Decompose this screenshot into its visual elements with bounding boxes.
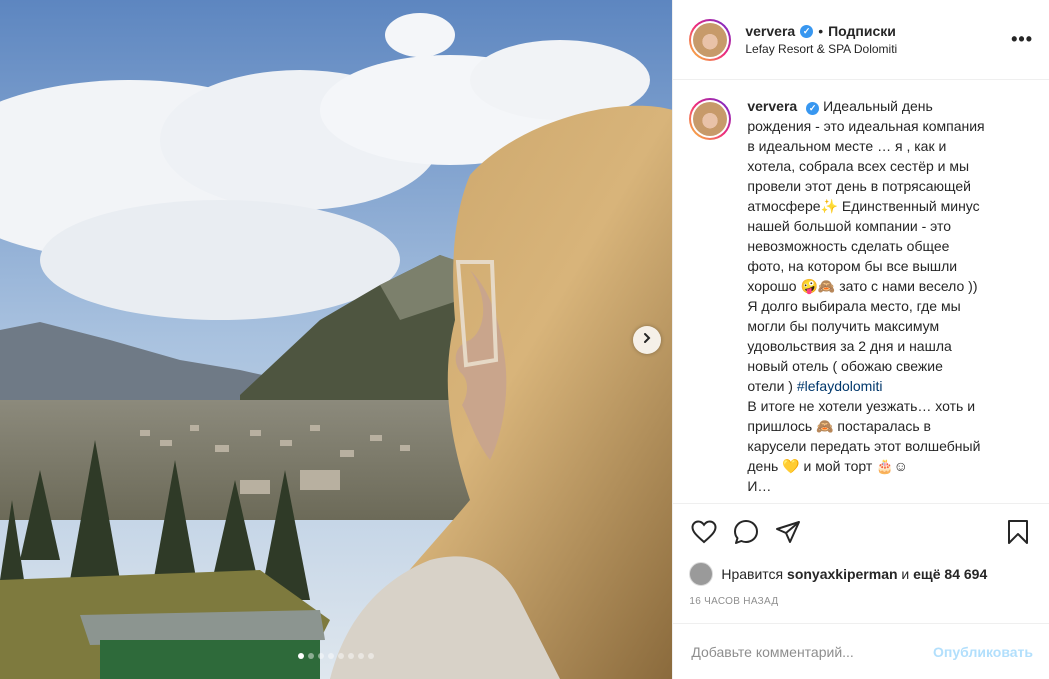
likes-prefix: Нравится (721, 566, 784, 582)
carousel-dot (348, 653, 355, 659)
post-sidebar: ververa ✓ • Подписки Lefay Resort & SPA … (672, 0, 1049, 679)
like-heart-icon[interactable] (689, 517, 719, 547)
caption-text: ververa ✓ Идеальный день рождения - это ид… (747, 96, 1027, 503)
avatar-ring (691, 100, 730, 138)
caption-line: хорошо 🤪🙈 зато с нами весело )) (747, 278, 978, 294)
caption-line: рождения - это идеальная компания (747, 118, 985, 134)
liker-avatar[interactable] (689, 562, 714, 586)
header-text: ververa ✓ • Подписки Lefay Resort & SPA … (745, 23, 1011, 56)
caption-line: нашей большой компании - это (747, 218, 952, 234)
carousel-dot (298, 653, 305, 659)
chevron-right-icon (641, 331, 653, 349)
comment-form: Опубликовать (673, 623, 1049, 679)
caption-line: И… (747, 478, 772, 494)
carousel-next-button[interactable] (633, 326, 661, 354)
avatar-photo (693, 102, 728, 136)
liker-username[interactable]: sonyaxkiperman (787, 566, 898, 582)
share-paper-plane-icon[interactable] (773, 517, 803, 547)
caption-line: В итоге не хотели уезжать… хоть и (747, 398, 976, 414)
publish-button[interactable]: Опубликовать (933, 644, 1033, 660)
caption-line: Я долго выбирала место, где мы (747, 298, 961, 314)
following-button[interactable]: Подписки (828, 23, 896, 39)
post-timestamp[interactable]: 16 ЧАСОВ НАЗАД (673, 588, 1049, 616)
caption-line: удовольствия за 2 дня и нашла (747, 338, 952, 354)
more-options-icon[interactable]: ••• (1011, 29, 1033, 50)
caption-avatar[interactable] (689, 98, 732, 140)
carousel-dot (338, 653, 345, 659)
header-line: ververa ✓ • Подписки (745, 23, 1011, 39)
carousel-dot (328, 653, 335, 659)
post-header: ververa ✓ • Подписки Lefay Resort & SPA … (673, 0, 1049, 80)
caption-line: невозможность сделать общее (747, 238, 950, 254)
comment-input[interactable] (689, 642, 934, 661)
likes-count-link[interactable]: ещё 84 694 (913, 566, 987, 582)
caption-line: фото, на котором бы все вышли (747, 258, 958, 274)
carousel-dot (358, 653, 365, 659)
carousel-dot (368, 653, 375, 659)
caption-line: провели этот день в потрясающей (747, 178, 971, 194)
caption-line: атмосфере✨ Единственный минус (747, 198, 980, 214)
avatar-photo (693, 22, 728, 57)
avatar-ring (691, 20, 730, 59)
caption-line: день 💛 и мой торт 🎂☺ (747, 458, 908, 474)
caption-line: новый отель ( обожаю свежие (747, 358, 943, 374)
save-bookmark-icon[interactable] (1003, 517, 1033, 547)
comment-bubble-icon[interactable] (731, 517, 761, 547)
verified-badge-icon: ✓ (800, 24, 814, 38)
post-photo[interactable] (0, 0, 673, 679)
action-bar (673, 504, 1049, 560)
caption-line: отели ) (747, 378, 797, 394)
caption-section: ververa ✓ Идеальный день рождения - это ид… (673, 80, 1049, 504)
caption-line: Идеальный день (823, 98, 933, 114)
carousel-dot (318, 653, 325, 659)
likes-summary: Нравится sonyaxkiperman и ещё 84 694 (673, 560, 1049, 588)
caption-line: пришлось 🙈 постаралась в (747, 418, 931, 434)
caption-line: карусели передать этот волшебный (747, 438, 981, 454)
separator-bullet: • (818, 23, 824, 39)
verified-badge-icon: ✓ (806, 101, 820, 115)
photo-scene (0, 0, 673, 679)
carousel-dot (308, 653, 315, 659)
carousel-indicator (0, 653, 672, 659)
likes-conj: и (901, 566, 910, 582)
caption-line: хотела, собрала всех сестёр и мы (747, 158, 970, 174)
post-location[interactable]: Lefay Resort & SPA Dolomiti (745, 42, 1011, 56)
caption-line: могли бы получить максимум (747, 318, 940, 334)
hashtag-link[interactable]: #lefaydolomiti (797, 378, 883, 394)
caption-username[interactable]: ververa (747, 98, 797, 114)
author-avatar[interactable] (689, 18, 732, 61)
instagram-post: ververa ✓ • Подписки Lefay Resort & SPA … (0, 0, 1049, 679)
caption-line: в идеальном месте … я , как и (747, 138, 947, 154)
caption-body: Идеальный день рождения - это идеальная к… (747, 98, 984, 394)
author-username[interactable]: ververa (745, 23, 795, 39)
caption-body-continued: В итоге не хотели уезжать… хоть и пришлос… (747, 398, 980, 494)
